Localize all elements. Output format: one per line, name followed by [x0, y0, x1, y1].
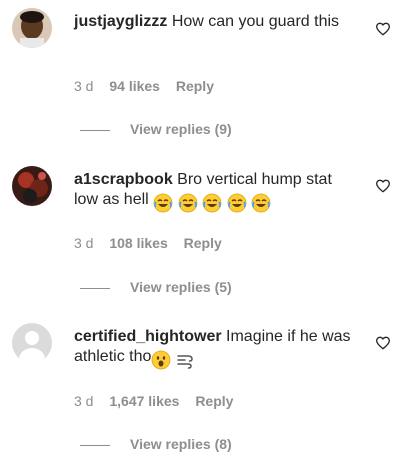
view-replies-label: View replies (8) — [130, 436, 232, 452]
comment-time[interactable]: 3 d — [74, 78, 93, 94]
comment-meta: 3 d 94 likes Reply — [74, 78, 226, 94]
comment: certified_hightower Imagine if he was at… — [0, 307, 404, 457]
face-with-tears-of-joy-icon — [251, 193, 271, 213]
comment-time[interactable]: 3 d — [74, 393, 93, 409]
view-replies-button[interactable]: View replies (9) — [80, 121, 232, 137]
view-replies-label: View replies (5) — [130, 279, 232, 295]
view-replies-button[interactable]: View replies (8) — [80, 436, 232, 452]
comment-text: justjayglizzz How can you guard this — [74, 12, 356, 32]
replies-divider — [80, 287, 110, 289]
heart-icon[interactable] — [375, 335, 391, 351]
view-replies-button[interactable]: View replies (5) — [80, 279, 232, 295]
comment-time[interactable]: 3 d — [74, 235, 93, 251]
heart-icon[interactable] — [375, 21, 391, 37]
comment-meta: 3 d 108 likes Reply — [74, 235, 234, 251]
dashing-away-icon — [177, 355, 193, 369]
comment-likes[interactable]: 108 likes — [109, 235, 167, 251]
comment-meta: 3 d 1,647 likes Reply — [74, 393, 245, 409]
comment: a1scrapbook Bro vertical hump stat low a… — [0, 150, 404, 307]
comment-text: certified_hightower Imagine if he was at… — [74, 327, 356, 370]
comment-emojis — [153, 193, 271, 213]
view-replies-label: View replies (9) — [130, 121, 232, 137]
avatar[interactable] — [12, 8, 52, 48]
face-with-tears-of-joy-icon — [153, 193, 173, 213]
comment-username[interactable]: justjayglizzz — [74, 13, 167, 30]
comment-username[interactable]: a1scrapbook — [74, 171, 173, 188]
avatar[interactable] — [12, 323, 52, 363]
face-with-open-mouth-icon — [151, 350, 171, 370]
comment-likes[interactable]: 1,647 likes — [109, 393, 179, 409]
reply-button[interactable]: Reply — [184, 235, 222, 251]
heart-icon[interactable] — [375, 178, 391, 194]
comment-emojis — [151, 350, 195, 370]
comment-likes[interactable]: 94 likes — [109, 78, 160, 94]
comment: justjayglizzz How can you guard this 3 d… — [0, 0, 404, 150]
face-with-tears-of-joy-icon — [202, 193, 222, 213]
face-with-tears-of-joy-icon — [227, 193, 246, 213]
reply-button[interactable]: Reply — [176, 78, 214, 94]
replies-divider — [80, 129, 110, 131]
comment-text: a1scrapbook Bro vertical hump stat low a… — [74, 170, 356, 213]
comment-message: How can you guard this — [171, 13, 340, 30]
face-with-tears-of-joy-icon — [178, 193, 198, 213]
replies-divider — [80, 444, 110, 446]
reply-button[interactable]: Reply — [195, 393, 233, 409]
comment-username[interactable]: certified_hightower — [74, 328, 222, 345]
avatar[interactable] — [12, 166, 52, 206]
